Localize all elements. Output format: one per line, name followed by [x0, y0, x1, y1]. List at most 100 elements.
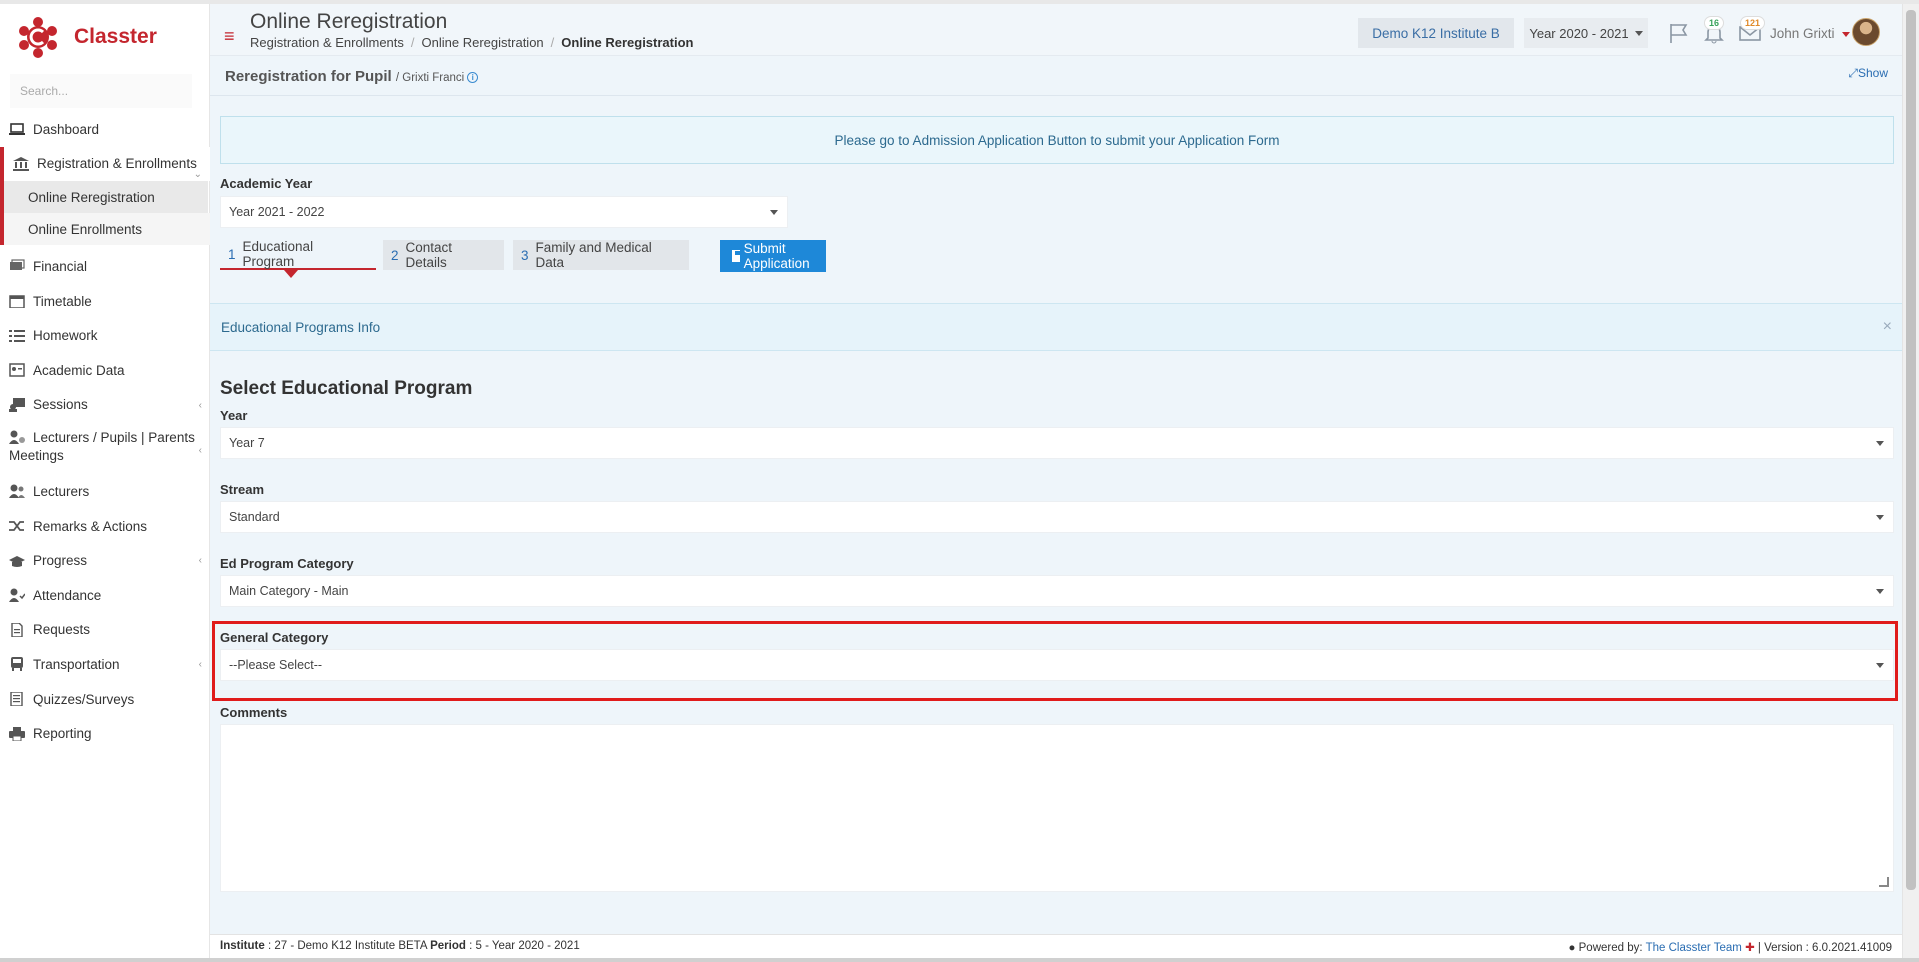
flag-icon[interactable] — [1667, 22, 1691, 44]
meeting-icon — [9, 430, 25, 445]
sessions-icon — [9, 397, 25, 412]
user-check-icon — [9, 588, 25, 603]
scrollbar-thumb[interactable] — [1906, 10, 1916, 890]
info-icon[interactable]: i — [467, 72, 479, 83]
sidebar-item-financial[interactable]: Financial — [0, 249, 210, 284]
avatar[interactable] — [1852, 18, 1880, 46]
footer-powered-by: ● Powered by: The Classter Team ✚ | Vers… — [1568, 940, 1892, 954]
sidebar-item-homework[interactable]: Homework — [0, 318, 210, 353]
sidebar-item-label: Timetable — [33, 293, 92, 309]
tab-educational-program[interactable]: 1 Educational Program — [220, 239, 376, 278]
sidebar-subitem-online-enrollments[interactable]: Online Enrollments — [4, 213, 210, 246]
sidebar-item-registration[interactable]: Registration & Enrollments ⌄ — [0, 146, 210, 182]
sidebar-item-academic-data[interactable]: Academic Data — [0, 353, 210, 388]
info-panel-title: Educational Programs Info — [221, 319, 381, 335]
sidebar-item-timetable[interactable]: Timetable — [0, 284, 210, 319]
top-header: ≡ Online Reregistration Registration & E… — [210, 4, 1902, 56]
vertical-scrollbar[interactable] — [1902, 4, 1919, 958]
submit-application-button[interactable]: Submit Application — [720, 240, 827, 272]
close-icon[interactable]: × — [1883, 318, 1892, 336]
sidebar-item-quizzes[interactable]: Quizzes/Surveys — [0, 682, 210, 717]
sidebar-item-lecturers[interactable]: Lecturers — [0, 474, 210, 509]
print-icon — [9, 726, 25, 741]
tab-label: Contact Details — [405, 240, 453, 270]
version-text: | Version : 6.0.2021.41009 — [1757, 942, 1892, 954]
pupil-name: / Grixti Franci — [395, 72, 465, 84]
sidebar-item-transportation[interactable]: Transportation ‹ — [0, 647, 210, 682]
form-header: Reregistration for Pupil / Grixti Franci… — [210, 56, 1902, 96]
sidebar-item-dashboard[interactable]: Dashboard — [0, 112, 210, 147]
form-title: Reregistration for Pupil / Grixti Franci… — [225, 68, 479, 85]
general-category-value: --Please Select-- — [229, 658, 323, 672]
random-icon — [9, 521, 24, 531]
laptop-icon — [9, 123, 25, 136]
chevron-left-icon: ‹ — [198, 399, 202, 411]
show-link-label: Show — [1857, 66, 1888, 80]
ed-program-category-label: Ed Program Category — [220, 556, 354, 571]
breadcrumb: Registration & Enrollments / Online Reregi… — [250, 35, 694, 50]
tab-family-medical[interactable]: 3 Family and Medical Data — [513, 240, 689, 270]
app-name: Classter — [74, 25, 157, 48]
ed-program-category-select[interactable]: Main Category - Main — [220, 575, 1894, 607]
menu-toggle-icon[interactable]: ≡ — [224, 26, 235, 47]
users-icon — [9, 484, 25, 499]
stream-select[interactable]: Standard — [220, 501, 1894, 533]
breadcrumb-item[interactable]: Online Reregistration — [422, 35, 544, 50]
caret-down-icon — [1876, 589, 1884, 594]
sidebar-item-label: Registration & Enrollments — [37, 156, 197, 172]
tab-label: Family and Medical Data — [535, 240, 652, 270]
classter-small-icon: ● — [1568, 942, 1576, 954]
period-label: Period — [430, 940, 466, 952]
year-label: Year — [220, 408, 248, 423]
breadcrumb-item[interactable]: Registration & Enrollments — [250, 35, 404, 50]
page-title: Online Reregistration — [250, 10, 448, 33]
comments-label: Comments — [220, 705, 288, 720]
user-caret-icon[interactable] — [1842, 32, 1850, 37]
sidebar-item-sessions[interactable]: Sessions ‹ — [0, 388, 210, 423]
sidebar-item-label: Progress — [33, 553, 88, 569]
stream-label: Stream — [220, 482, 265, 497]
sidebar-item-attendance[interactable]: Attendance — [0, 578, 210, 613]
sidebar-item-requests[interactable]: Requests — [0, 613, 210, 648]
user-name[interactable]: John Grixti — [1770, 26, 1835, 41]
year-dropdown[interactable]: Year 2020 - 2021 — [1524, 18, 1648, 48]
footer: Institute : 27 - Demo K12 Institute BETA… — [210, 934, 1902, 958]
logo[interactable]: Classter — [18, 16, 157, 58]
general-category-select[interactable]: --Please Select-- — [220, 649, 1894, 681]
ed-program-category-value: Main Category - Main — [229, 584, 349, 598]
classter-logo-icon — [18, 16, 58, 58]
caret-down-icon — [1876, 441, 1884, 446]
breadcrumb-current: Online Reregistration — [561, 35, 694, 50]
bus-icon — [11, 657, 23, 672]
save-icon — [732, 250, 741, 262]
comments-textarea[interactable] — [220, 724, 1894, 892]
sidebar-search-input[interactable] — [10, 74, 192, 108]
caret-down-icon — [1876, 515, 1884, 520]
year-select[interactable]: Year 7 — [220, 427, 1894, 459]
caret-down-icon — [1634, 30, 1643, 36]
sidebar: Classter Dashboard Registration & Enroll… — [0, 4, 210, 958]
institute-button[interactable]: Demo K12 Institute B — [1358, 18, 1514, 48]
sidebar-item-meetings[interactable]: Lecturers / Pupils | Parents Meetings ‹ — [0, 422, 210, 474]
file-icon — [11, 622, 23, 637]
sidebar-item-label: Quizzes/Surveys — [33, 691, 135, 707]
tab-contact-details[interactable]: 2 Contact Details — [383, 240, 504, 270]
show-link[interactable]: ⤢Show — [1848, 66, 1888, 81]
messages-badge: 121 — [1740, 16, 1766, 30]
sidebar-item-reporting[interactable]: Reporting — [0, 716, 210, 751]
bottom-border — [0, 958, 1919, 962]
resize-handle[interactable] — [1879, 877, 1889, 887]
academic-year-select[interactable]: Year 2021 - 2022 — [220, 196, 788, 228]
sidebar-item-remarks[interactable]: Remarks & Actions — [0, 509, 210, 544]
sidebar-item-label: Homework — [33, 328, 98, 344]
sidebar-item-progress[interactable]: Progress ‹ — [0, 543, 210, 578]
powered-by-text: Powered by: — [1578, 942, 1643, 954]
sidebar-subitem-online-reregistration[interactable]: Online Reregistration — [4, 181, 208, 214]
academic-year-label: Academic Year — [220, 176, 313, 191]
sidebar-item-label: Financial — [33, 258, 88, 274]
classter-team-link[interactable]: The Classter Team — [1646, 942, 1742, 954]
chevron-left-icon: ‹ — [198, 555, 202, 567]
educational-programs-info-panel[interactable]: Educational Programs Info × — [210, 303, 1902, 351]
sidebar-item-label: Requests — [33, 622, 91, 638]
sidebar-item-label: Attendance — [33, 587, 102, 603]
